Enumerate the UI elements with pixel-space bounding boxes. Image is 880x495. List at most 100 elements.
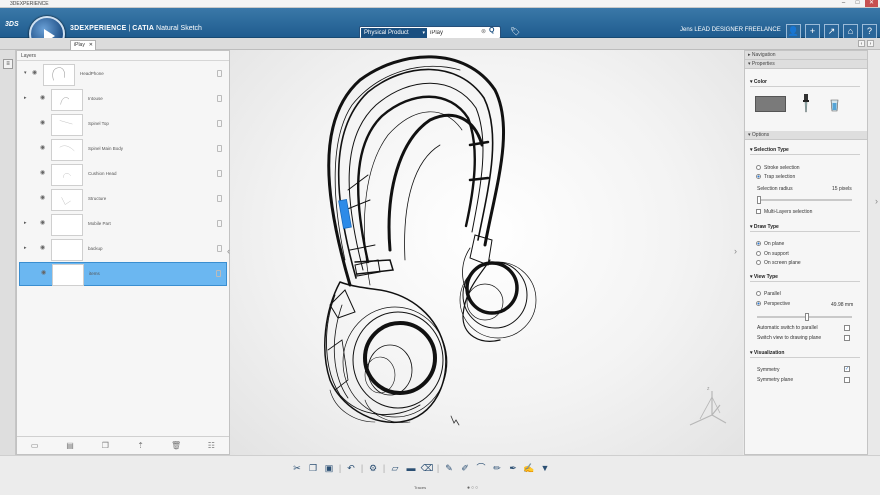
layer-row[interactable]: ◉ Spinel Main Body — [19, 138, 227, 162]
fill-icon[interactable]: ▼ — [538, 461, 552, 475]
layer-row[interactable]: ▾ ◉ HeadPhone — [19, 63, 227, 87]
draw-type-title[interactable]: ▾ Draw Type — [750, 223, 860, 232]
expand-icon[interactable]: ▸ — [24, 95, 27, 101]
add-icon[interactable]: + — [805, 24, 820, 39]
expand-icon[interactable]: ▸ — [24, 245, 27, 251]
expand-icon[interactable]: ▸ — [24, 220, 27, 226]
move-up-icon[interactable]: ⇡ — [136, 441, 146, 451]
visibility-eye-icon[interactable]: ◉ — [40, 244, 45, 251]
lock-icon[interactable] — [217, 195, 222, 202]
settings-icon[interactable]: ⚙ — [366, 461, 380, 475]
tab-prev-button[interactable]: ‹ — [858, 40, 865, 47]
duplicate-layer-icon[interactable]: ❐ — [100, 441, 110, 451]
copy-icon[interactable]: ❐ — [306, 461, 320, 475]
properties-header[interactable]: ▾ Properties — [745, 60, 867, 69]
on-screen-plane-radio[interactable]: On screen plane — [756, 260, 801, 266]
visibility-eye-icon[interactable]: ◉ — [32, 69, 37, 76]
lock-icon[interactable] — [217, 145, 222, 152]
perspective-slider[interactable] — [757, 313, 852, 321]
tab-iplay[interactable]: iPlay ✕ — [70, 40, 96, 50]
axis-compass-icon[interactable]: z — [682, 383, 727, 428]
visibility-eye-icon[interactable]: ◉ — [40, 94, 45, 101]
cut-icon[interactable]: ✂ — [290, 461, 304, 475]
color-bar-icon[interactable]: ▬ — [404, 461, 418, 475]
auto-switch-checkbox[interactable] — [844, 325, 850, 331]
plane-icon[interactable]: ▱ — [388, 461, 402, 475]
user-icon[interactable]: 👤 — [786, 24, 801, 39]
minimize-button[interactable]: – — [837, 0, 850, 7]
expand-icon[interactable]: ▾ — [24, 70, 27, 76]
close-button[interactable]: ✕ — [865, 0, 878, 7]
on-support-radio[interactable]: On support — [756, 251, 789, 257]
panel-collapse-icon[interactable]: › — [875, 196, 878, 206]
lock-icon[interactable] — [217, 120, 222, 127]
home-icon[interactable]: ⌂ — [843, 24, 858, 39]
on-plane-radio[interactable]: On plane — [756, 241, 784, 247]
selection-type-title[interactable]: ▾ Selection Type — [750, 146, 860, 155]
maximize-button[interactable]: □ — [851, 0, 864, 7]
bucket-icon[interactable] — [830, 97, 839, 112]
airbrush-icon[interactable]: ✍ — [522, 461, 536, 475]
color-group-title[interactable]: ▾ Color — [750, 78, 860, 87]
search-scope-select[interactable]: Physical Product ▾ — [361, 28, 427, 38]
perspective-knob[interactable] — [805, 313, 809, 321]
marker-icon[interactable]: ✒ — [506, 461, 520, 475]
lock-icon[interactable] — [217, 245, 222, 252]
layer-row[interactable]: ▸ ◉ Mobile Part — [19, 213, 227, 237]
clear-search-icon[interactable]: ⊗ — [481, 28, 486, 35]
layer-row[interactable]: ▸ ◉ backup — [19, 238, 227, 262]
search-icon[interactable]: Q — [489, 27, 494, 34]
paste-icon[interactable]: ▣ — [322, 461, 336, 475]
close-tab-icon[interactable]: ✕ — [89, 41, 93, 50]
toolbar-pager-dots[interactable]: ●○○ — [467, 485, 479, 491]
visibility-eye-icon[interactable]: ◉ — [40, 169, 45, 176]
layers-toggle-icon[interactable]: ≡ — [3, 59, 13, 69]
help-icon[interactable]: ? — [862, 24, 877, 39]
visibility-eye-icon[interactable]: ◉ — [41, 269, 46, 276]
lock-icon[interactable] — [217, 70, 222, 77]
multi-layers-checkbox[interactable]: Multi-Layers selection — [756, 209, 812, 215]
lock-icon[interactable] — [217, 170, 222, 177]
trap-selection-radio[interactable]: Trap selection — [756, 174, 795, 180]
layer-row[interactable]: ▸ ◉ Intouse — [19, 88, 227, 112]
stroke-icon[interactable]: ⌒ — [474, 461, 488, 475]
layer-settings-icon[interactable]: ☷ — [206, 441, 216, 451]
tab-next-button[interactable]: › — [867, 40, 874, 47]
ds-logo-icon[interactable]: 3DS — [5, 21, 21, 37]
selection-radius-knob[interactable] — [757, 196, 761, 204]
layer-row[interactable]: ◉ Cushion Head — [19, 163, 227, 187]
brush-icon[interactable]: ✐ — [458, 461, 472, 475]
lock-icon[interactable] — [217, 95, 222, 102]
selection-radius-slider[interactable] — [757, 196, 852, 204]
share-icon[interactable]: ↗ — [824, 24, 839, 39]
options-header[interactable]: ▾ Options — [745, 131, 867, 140]
undo-icon[interactable]: ↶ — [344, 461, 358, 475]
visualization-title[interactable]: ▾ Visualization — [750, 349, 860, 358]
perspective-radio[interactable]: Perspective — [756, 301, 790, 307]
lock-icon[interactable] — [216, 270, 221, 277]
new-folder-icon[interactable]: ▭ — [30, 441, 40, 451]
search-input[interactable] — [430, 27, 480, 38]
visibility-eye-icon[interactable]: ◉ — [40, 119, 45, 126]
parallel-radio[interactable]: Parallel — [756, 291, 781, 297]
layer-row[interactable]: ◉ Structure — [19, 188, 227, 212]
new-layer-icon[interactable]: ▤ — [65, 441, 75, 451]
symmetry-checkbox[interactable]: ✓ — [844, 366, 850, 372]
visibility-eye-icon[interactable]: ◉ — [40, 144, 45, 151]
tag-icon[interactable]: 🏷 — [510, 27, 520, 37]
layer-row[interactable]: ◉ Spinel Top — [19, 113, 227, 137]
pen-icon[interactable]: ✎ — [442, 461, 456, 475]
sketch-canvas[interactable]: ‹ › z — [227, 50, 743, 455]
view-type-title[interactable]: ▾ View Type — [750, 273, 860, 282]
visibility-eye-icon[interactable]: ◉ — [40, 194, 45, 201]
stroke-selection-radio[interactable]: Stroke selection — [756, 165, 800, 171]
canvas-right-arrow-icon[interactable]: › — [734, 246, 737, 256]
canvas-left-arrow-icon[interactable]: ‹ — [227, 246, 230, 256]
user-name[interactable]: Jens LEAD DESIGNER FREELANCE — [680, 27, 781, 33]
delete-icon[interactable]: 🗑 — [171, 441, 181, 451]
symmetry-plane-checkbox[interactable] — [844, 377, 850, 383]
visibility-eye-icon[interactable]: ◉ — [40, 219, 45, 226]
layer-row[interactable]: ◉ items — [19, 262, 227, 286]
navigation-header[interactable]: ▸ Navigation — [745, 51, 867, 60]
eyedropper-icon[interactable] — [802, 94, 810, 114]
